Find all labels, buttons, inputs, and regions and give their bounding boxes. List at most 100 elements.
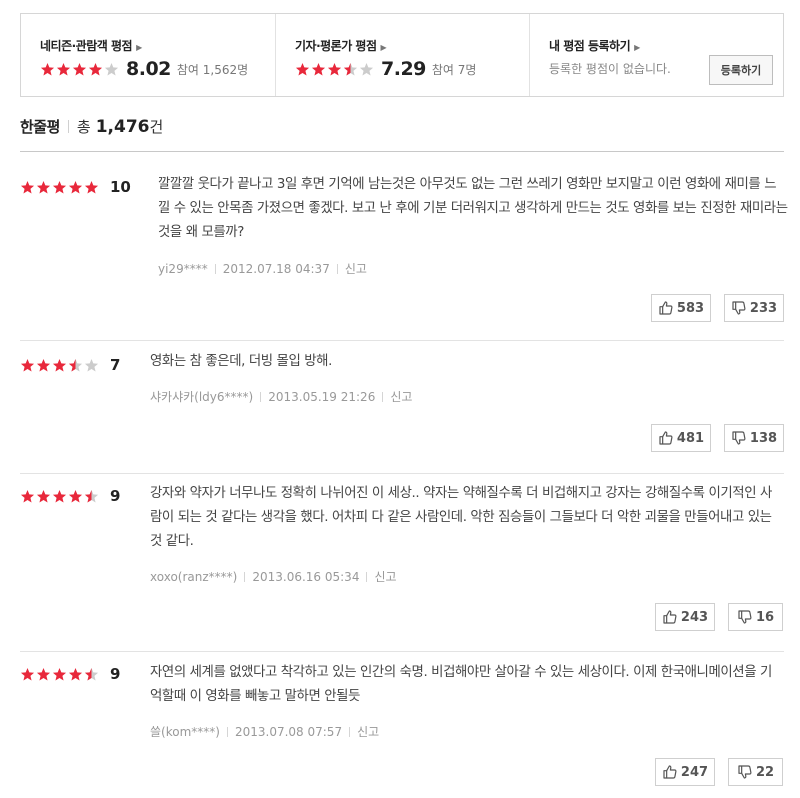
critic-rating-title[interactable]: 기자·평론가 평점 ▶ <box>295 37 387 54</box>
netizen-rating-title-text[interactable]: 네티즌·관람객 평점 <box>40 39 133 53</box>
review-date: 2013.05.19 21:26 <box>268 389 376 404</box>
star-icon <box>20 667 35 682</box>
thumbs-down-icon <box>737 764 753 780</box>
like-count: 247 <box>680 764 709 780</box>
star-icon <box>68 489 83 504</box>
review-divider <box>20 651 784 652</box>
my-rating-title-text[interactable]: 내 평점 등록하기 <box>549 39 631 53</box>
dislike-button[interactable]: 16 <box>728 603 783 631</box>
report-link[interactable]: 신고 <box>390 388 412 405</box>
dislike-button[interactable]: 138 <box>724 424 784 452</box>
review-score: 9 <box>110 665 121 683</box>
star-icon <box>359 62 374 77</box>
like-button[interactable]: 247 <box>655 758 715 786</box>
like-button[interactable]: 243 <box>655 603 715 631</box>
report-link[interactable]: 신고 <box>345 260 367 277</box>
star-icon <box>72 62 87 77</box>
review-divider <box>20 473 784 474</box>
chevron-right-icon: ▶ <box>634 43 640 52</box>
like-button[interactable]: 583 <box>651 294 711 322</box>
dislike-count: 233 <box>749 300 778 316</box>
meta-divider <box>214 263 216 274</box>
critic-rating-stars <box>295 62 374 77</box>
report-link[interactable]: 신고 <box>374 568 396 585</box>
review-rating-stars <box>20 358 99 373</box>
my-rating-empty-text: 등록한 평점이 없습니다. <box>549 62 671 76</box>
thumbs-up-icon <box>662 609 678 625</box>
review-score: 10 <box>110 178 131 196</box>
star-icon <box>68 358 83 373</box>
review-date: 2013.07.08 07:57 <box>234 724 343 739</box>
thumbs-up-icon <box>658 300 674 316</box>
report-link[interactable]: 신고 <box>357 723 379 740</box>
review-divider <box>20 340 784 341</box>
header-divider <box>67 120 69 133</box>
critic-rating-box: 기자·평론가 평점 ▶ 7.29 참여 7명 <box>275 14 529 96</box>
star-icon <box>20 358 35 373</box>
thumbs-up-icon <box>662 764 678 780</box>
review-rating-stars <box>20 489 99 504</box>
star-icon <box>20 180 35 195</box>
dislike-button[interactable]: 233 <box>724 294 784 322</box>
star-icon <box>84 667 99 682</box>
meta-divider <box>349 726 351 737</box>
netizen-rating-title[interactable]: 네티즌·관람객 평점 ▶ <box>40 37 142 54</box>
review-rating-stars <box>20 180 99 195</box>
star-icon <box>52 489 67 504</box>
star-icon <box>20 489 35 504</box>
star-icon <box>343 62 358 77</box>
star-icon <box>56 62 71 77</box>
my-rating-box: 내 평점 등록하기 ▶ 등록한 평점이 없습니다. 등록하기 <box>529 14 783 96</box>
review-date: 2012.07.18 04:37 <box>222 261 330 276</box>
meta-divider <box>366 571 368 582</box>
review-text: 자연의 세계를 없앴다고 착각하고 있는 인간의 숙명. 비겁해야만 살아갈 수… <box>150 665 772 704</box>
netizen-rating-box: 네티즌·관람객 평점 ▶ 8.02 참여 1,562명 <box>21 14 275 96</box>
review-text: 영화는 참 좋은데, 더빙 몰입 방해. <box>150 354 332 369</box>
like-count: 583 <box>676 300 705 316</box>
review-text: 강자와 약자가 너무나도 정확히 나뉘어진 이 세상.. 약자는 약해질수록 더… <box>150 486 772 549</box>
star-icon <box>40 62 55 77</box>
list-top-border <box>20 151 784 152</box>
like-count: 243 <box>680 609 709 625</box>
star-icon <box>52 180 67 195</box>
review-author[interactable]: xoxo(ranz****) <box>150 570 237 584</box>
review-author[interactable]: 샤카샤카(ldy6****) <box>150 388 253 405</box>
netizen-rating-stars <box>40 62 119 77</box>
chevron-right-icon: ▶ <box>380 43 387 52</box>
review-rating-stars <box>20 667 99 682</box>
star-icon <box>68 667 83 682</box>
critic-rating-title-text[interactable]: 기자·평론가 평점 <box>295 39 377 53</box>
star-icon <box>327 62 342 77</box>
thumbs-up-icon <box>658 430 674 446</box>
review-meta: 쓸(kom****) 2013.07.08 07:57 신고 <box>150 723 379 740</box>
register-rating-button[interactable]: 등록하기 <box>709 55 773 85</box>
rating-summary: 네티즌·관람객 평점 ▶ 8.02 참여 1,562명 기자·평론가 평점 ▶ 7.… <box>20 13 784 97</box>
star-icon <box>104 62 119 77</box>
meta-divider <box>336 263 338 274</box>
star-icon <box>36 489 51 504</box>
star-icon <box>52 667 67 682</box>
netizen-participant-count: 참여 1,562명 <box>176 62 249 77</box>
review-author[interactable]: yi29**** <box>158 262 208 276</box>
review-text: 깔깔깔 웃다가 끝나고 3일 후면 기억에 남는것은 아무것도 없는 그런 쓰레… <box>158 177 788 240</box>
star-icon <box>36 358 51 373</box>
like-count: 481 <box>676 430 705 446</box>
review-date: 2013.06.16 05:34 <box>252 569 360 584</box>
review-meta: xoxo(ranz****) 2013.06.16 05:34 신고 <box>150 568 397 585</box>
star-icon <box>295 62 310 77</box>
dislike-button[interactable]: 22 <box>728 758 783 786</box>
thumbs-down-icon <box>731 300 747 316</box>
meta-divider <box>244 571 246 582</box>
review-author[interactable]: 쓸(kom****) <box>150 723 220 740</box>
star-icon <box>84 489 99 504</box>
star-icon <box>52 358 67 373</box>
star-icon <box>311 62 326 77</box>
dislike-count: 22 <box>755 764 775 780</box>
my-rating-title[interactable]: 내 평점 등록하기 ▶ <box>549 37 640 54</box>
star-icon <box>68 180 83 195</box>
review-meta: yi29**** 2012.07.18 04:37 신고 <box>158 260 367 277</box>
star-icon <box>36 667 51 682</box>
review-section-title: 한줄평 <box>20 118 60 136</box>
meta-divider <box>226 726 228 737</box>
like-button[interactable]: 481 <box>651 424 711 452</box>
